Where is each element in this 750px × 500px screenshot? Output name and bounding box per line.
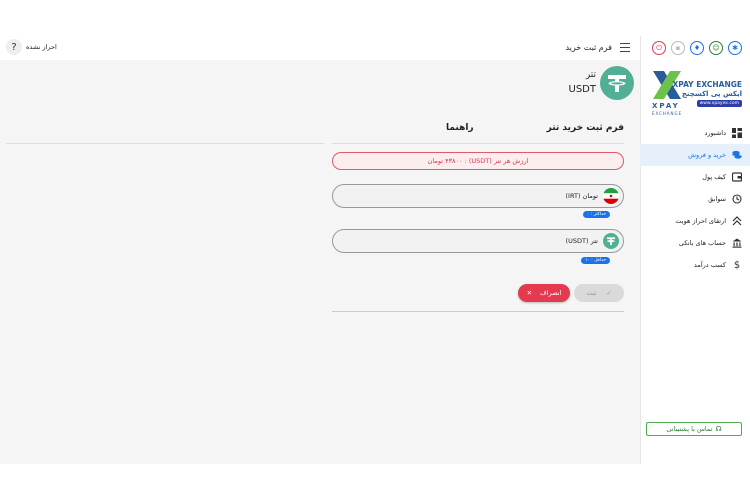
sidebar-top-icons: ✱ ☺ ♦ ▪ ⏻ <box>652 41 742 55</box>
dollar-icon: $ <box>733 259 741 271</box>
headset-icon: ☊ <box>715 425 722 433</box>
guide-title: راهنما <box>446 123 474 133</box>
top-bar: فرم ثبت خرید ? احراز نشده <box>0 36 640 60</box>
toman-field-label: تومان (IRT) <box>565 192 599 200</box>
sidebar-nav: داشبورد خرید و فروش کیف پول سوابق ارتقای… <box>640 122 750 276</box>
form-title: فرم ثبت خرید تتر <box>546 123 624 133</box>
sidebar-item-label: ارتقای احراز هویت <box>675 217 726 225</box>
coins-icon <box>732 150 742 160</box>
iran-flag-icon <box>603 188 619 204</box>
notification-icon[interactable]: ♦ <box>690 41 704 55</box>
help-icon[interactable]: ? <box>6 39 22 55</box>
tether-field-label: تتر (USDT) <box>565 237 598 245</box>
logo-text: XPAY <box>652 102 680 110</box>
auth-status[interactable]: احراز نشده <box>26 43 57 51</box>
logo-subtext: EXCHANGE <box>652 111 683 116</box>
sidebar-item-buy-sell[interactable]: خرید و فروش <box>640 144 750 166</box>
sidebar-item-history[interactable]: سوابق <box>640 188 750 210</box>
sidebar-item-label: خرید و فروش <box>688 151 726 159</box>
theme-icon[interactable]: ✱ <box>728 41 742 55</box>
close-icon: ✕ <box>526 289 533 297</box>
sidebar-item-label: کسب درآمد <box>693 261 726 269</box>
history-icon <box>732 194 742 204</box>
tether-logo-icon <box>600 66 634 100</box>
wallet-icon <box>732 172 742 182</box>
sidebar: ✱ ☺ ♦ ▪ ⏻ XPAY EXCHANGE ایکس پی اکسچنج w… <box>640 36 750 464</box>
brand-name-fa: ایکس پی اکسچنج <box>681 90 742 98</box>
toman-amount-input[interactable]: تومان (IRT) <box>332 184 624 208</box>
tether-amount-input[interactable]: تتر (USDT) <box>332 229 624 253</box>
form-divider <box>332 143 624 144</box>
sidebar-item-label: داشبورد <box>704 129 727 137</box>
profile-icon[interactable]: ☺ <box>709 41 723 55</box>
sidebar-item-label: حساب های بانکی <box>678 239 726 247</box>
actions-divider <box>332 311 624 312</box>
tether-min-hint: حداقل : ۱۰ <box>581 257 611 264</box>
sidebar-item-earn[interactable]: $ کسب درآمد <box>640 254 750 276</box>
sidebar-item-label: کیف پول <box>702 173 726 181</box>
cancel-button[interactable]: انصراف ✕ <box>518 284 570 302</box>
tether-small-icon <box>603 233 619 249</box>
cancel-button-label: انصراف <box>540 289 562 297</box>
sidebar-item-kyc-upgrade[interactable]: ارتقای احراز هویت <box>640 210 750 232</box>
app-root: فرم ثبت خرید ? احراز نشده تتر USDT فرم ث… <box>0 36 750 464</box>
bank-icon <box>732 238 742 248</box>
sidebar-item-dashboard[interactable]: داشبورد <box>640 122 750 144</box>
page-title: فرم ثبت خرید <box>565 43 612 52</box>
brand-website: www.xpayex.com <box>696 100 742 107</box>
sidebar-item-wallet[interactable]: کیف پول <box>640 166 750 188</box>
brand-name-en: XPAY EXCHANGE <box>672 80 743 89</box>
check-icon: ✓ <box>606 289 612 297</box>
hamburger-menu-icon[interactable] <box>620 43 630 52</box>
guide-divider <box>6 143 324 144</box>
submit-button[interactable]: ✓ ثبت <box>574 284 624 302</box>
power-icon[interactable]: ⏻ <box>652 41 666 55</box>
dashboard-icon <box>732 128 742 138</box>
coin-symbol: USDT <box>568 84 596 95</box>
sidebar-item-bank-accounts[interactable]: حساب های بانکی <box>640 232 750 254</box>
upgrade-icon <box>732 216 742 226</box>
submit-button-label: ثبت <box>586 289 597 297</box>
exchange-rate-banner: ارزش هر تتر (USDT) : ۴۳۸۰۰ تومان <box>332 152 624 170</box>
contact-support-button[interactable]: ☊ تماس با پشتیبانی <box>646 422 742 436</box>
toman-max-hint: حداکثر : ۰ <box>583 211 611 218</box>
sidebar-item-label: سوابق <box>708 195 726 203</box>
lock-icon[interactable]: ▪ <box>671 41 685 55</box>
support-label: تماس با پشتیبانی <box>666 425 713 433</box>
coin-name: تتر <box>585 70 596 80</box>
brand-logo: XPAY EXCHANGE ایکس پی اکسچنج www.xpayex.… <box>648 66 742 116</box>
